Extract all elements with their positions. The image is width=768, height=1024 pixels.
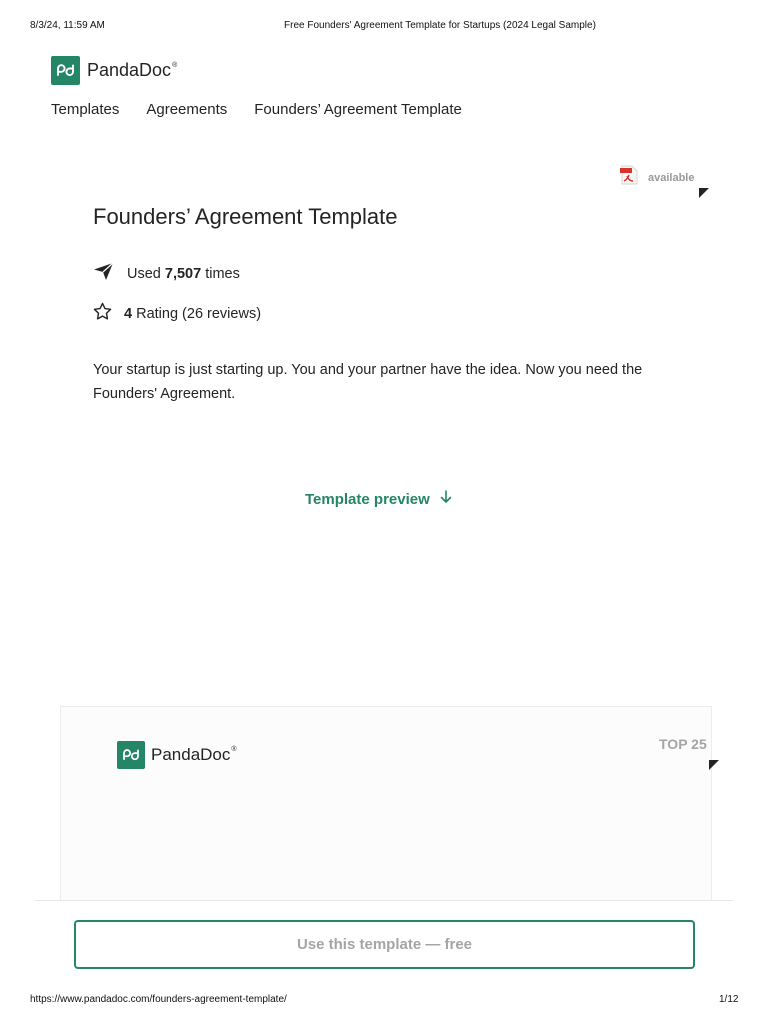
rating-value: 4 — [124, 305, 133, 322]
send-arrow-icon — [93, 262, 114, 285]
availability-badge: available — [620, 165, 694, 190]
breadcrumb-templates[interactable]: Templates — [51, 101, 119, 118]
print-url: https://www.pandadoc.com/founders-agreem… — [30, 994, 287, 1005]
print-doc-title: Free Founders' Agreement Template for St… — [284, 20, 596, 31]
availability-label: available — [648, 171, 695, 184]
template-preview-link[interactable]: Template preview — [305, 490, 452, 508]
pdf-icon — [620, 165, 639, 190]
breadcrumb: Templates Agreements Founders’ Agreement… — [51, 101, 462, 118]
card-pandadoc-logo-icon — [117, 741, 145, 769]
usage-stat: Used 7,507 times — [93, 262, 240, 285]
usage-count: 7,507 — [164, 265, 202, 282]
pandadoc-wordmark: PandaDoc® — [87, 60, 178, 80]
template-description: Your startup is just starting up. You an… — [93, 362, 643, 402]
card-pandadoc-wordmark: PandaDoc® — [151, 745, 237, 764]
star-icon — [93, 302, 112, 325]
breadcrumb-current[interactable]: Founders’ Agreement Template — [254, 101, 462, 118]
template-preview-card[interactable] — [60, 706, 712, 907]
rating-stat: 4 Rating (26 reviews) — [93, 302, 261, 325]
print-page-number: 1/12 — [719, 994, 739, 1005]
card-pandadoc-logo: PandaDoc® — [117, 741, 237, 769]
pandadoc-logo[interactable]: PandaDoc® — [51, 56, 177, 85]
corner-marker — [699, 188, 709, 198]
breadcrumb-agreements[interactable]: Agreements — [146, 101, 227, 118]
use-template-button[interactable]: Use this template — free — [74, 920, 695, 969]
top25-badge: TOP 25 — [659, 736, 707, 752]
pandadoc-logo-icon — [51, 56, 80, 85]
page-title: Founders’ Agreement Template — [93, 204, 398, 229]
rating-text: Rating (26 reviews) — [136, 305, 262, 322]
card-corner-marker — [709, 760, 719, 770]
arrow-down-icon — [440, 490, 452, 508]
print-datetime: 8/3/24, 11:59 AM — [30, 20, 105, 31]
